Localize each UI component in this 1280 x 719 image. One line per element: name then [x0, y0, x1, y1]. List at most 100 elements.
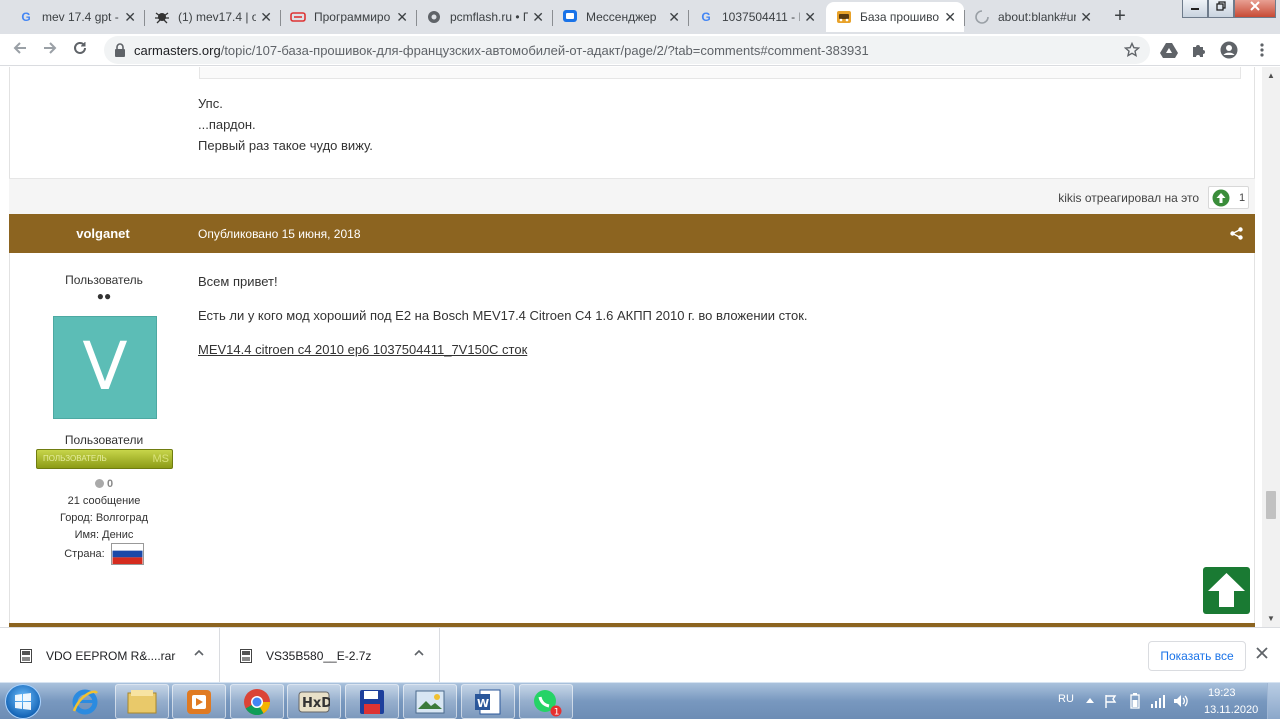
- tab-pcmflash[interactable]: pcmflash.ru • П ✕: [416, 2, 552, 32]
- forward-button[interactable]: [38, 38, 62, 62]
- post-count: 21 сообщение: [67, 495, 141, 507]
- menu-button[interactable]: [1252, 40, 1272, 60]
- extensions-button[interactable]: [1189, 40, 1209, 60]
- tab-title: mev 17.4 gpt -: [42, 10, 119, 24]
- floppy-disk-icon: [360, 689, 384, 714]
- russia-flag-icon: [110, 543, 144, 565]
- star-icon: [1124, 42, 1140, 57]
- attachment-link[interactable]: MEV14.4 citroen c4 2010 ep6 1037504411_7…: [198, 342, 527, 357]
- close-icon[interactable]: ✕: [668, 9, 680, 26]
- author-country: Страна:: [10, 543, 198, 565]
- tab-title: 1037504411 - I: [722, 10, 801, 24]
- close-icon[interactable]: ✕: [532, 9, 544, 26]
- tab-about-blank[interactable]: about:blank#ur ✕: [964, 2, 1100, 32]
- close-icon[interactable]: ✕: [1080, 9, 1092, 26]
- show-all-downloads-button[interactable]: Показать все: [1148, 641, 1246, 671]
- svg-text:HxD: HxD: [302, 696, 330, 711]
- post-text-line: Первый раз такое чудо вижу.: [198, 138, 373, 153]
- close-icon[interactable]: [1255, 646, 1269, 660]
- chevron-up-icon[interactable]: [413, 647, 425, 659]
- tab-mev-gpt[interactable]: G mev 17.4 gpt - ✕: [8, 2, 144, 32]
- taskbar-word[interactable]: W: [461, 684, 515, 719]
- tab-title: (1) mev17.4 | of: [178, 10, 257, 24]
- close-icon[interactable]: ✕: [396, 9, 408, 26]
- post-date[interactable]: Опубликовано 15 июня, 2018: [198, 227, 361, 241]
- previous-post: [9, 67, 1255, 178]
- tab-messenger[interactable]: Мессенджер ✕: [552, 2, 688, 32]
- scroll-down-arrow-icon[interactable]: ▼: [1267, 614, 1275, 623]
- taskbar-save-app[interactable]: [345, 684, 399, 719]
- chevron-up-icon[interactable]: [193, 647, 205, 659]
- reputation-dot-icon: [94, 479, 104, 488]
- scroll-to-top-button[interactable]: [1203, 567, 1250, 614]
- close-icon[interactable]: ✕: [124, 9, 136, 26]
- forward-arrow-icon: [44, 42, 57, 54]
- reload-icon: [74, 41, 86, 54]
- tab-mev-forum[interactable]: (1) mev17.4 | of ✕: [144, 2, 280, 32]
- tab-title: pcmflash.ru • П: [450, 10, 529, 24]
- post-text-line: Всем привет!: [198, 274, 278, 289]
- reaction-badge[interactable]: 1: [1208, 186, 1249, 209]
- author-name[interactable]: volganet: [9, 226, 197, 241]
- puzzle-icon: [1193, 45, 1205, 57]
- reaction-count: 1: [1239, 191, 1246, 204]
- share-icon[interactable]: [1230, 227, 1243, 240]
- tab-programmer[interactable]: Программиро ✕: [280, 2, 416, 32]
- taskbar-explorer[interactable]: [115, 684, 169, 719]
- tab-carmasters[interactable]: База прошиво ✕: [826, 2, 964, 32]
- download-filename: VS35B580__E-2.7z: [266, 648, 372, 663]
- new-tab-button[interactable]: +: [1108, 5, 1132, 29]
- back-arrow-icon: [13, 42, 26, 54]
- clock-date[interactable]: 13.11.2020: [1204, 704, 1258, 716]
- bookmark-star-button[interactable]: [1122, 40, 1142, 60]
- group-badge-label: ПОЛЬЗОВАТЕЛЬ: [43, 454, 107, 463]
- download-item[interactable]: VS35B580__E-2.7z: [220, 628, 440, 683]
- scroll-up-arrow-icon[interactable]: ▲: [1267, 71, 1275, 80]
- windows-logo-icon: [15, 693, 31, 710]
- tray-expand-icon[interactable]: [1086, 697, 1094, 703]
- battery-icon[interactable]: [1130, 693, 1140, 709]
- taskbar-hxd[interactable]: HxD: [287, 684, 341, 719]
- drive-extension-button[interactable]: [1159, 40, 1179, 60]
- close-icon[interactable]: ✕: [260, 9, 272, 26]
- taskbar-image-viewer[interactable]: [403, 684, 457, 719]
- taskbar-ie[interactable]: [58, 684, 112, 719]
- download-item[interactable]: VDO EEPROM R&....rar: [0, 628, 220, 683]
- profile-button[interactable]: [1219, 40, 1239, 60]
- download-bar: VDO EEPROM R&....rar VS35B580__E-2.7z По…: [0, 627, 1280, 683]
- start-button[interactable]: [5, 684, 41, 719]
- maximize-button[interactable]: [1208, 0, 1234, 18]
- clock-time[interactable]: 19:23: [1208, 687, 1236, 699]
- url-path: /topic/107-база-прошивок-для-французских…: [220, 42, 869, 58]
- action-center-flag-icon[interactable]: [1104, 694, 1118, 708]
- page-viewport: Упс. ...пардон. Первый раз такое чудо ви…: [0, 67, 1262, 627]
- show-desktop-button[interactable]: [1267, 683, 1280, 719]
- close-icon[interactable]: ✕: [944, 9, 956, 26]
- reload-button[interactable]: [68, 38, 92, 62]
- tab-google-search[interactable]: G 1037504411 - I ✕: [688, 2, 824, 32]
- post-text-line: Упс.: [198, 96, 223, 111]
- page-scrollbar[interactable]: ▲ ▼: [1262, 67, 1280, 627]
- author-name-field: Имя: Денис: [74, 529, 134, 541]
- tab-title: about:blank#ur: [998, 10, 1077, 24]
- arrow-up-icon: [1208, 573, 1245, 607]
- volume-icon[interactable]: [1173, 694, 1189, 708]
- close-window-button[interactable]: [1234, 0, 1276, 18]
- signal-icon[interactable]: [1150, 694, 1166, 708]
- close-icon[interactable]: ✕: [804, 9, 816, 26]
- taskbar-chrome[interactable]: [230, 684, 284, 719]
- group-badge-tag: MS: [152, 453, 170, 465]
- taskbar-whatsapp[interactable]: 1: [519, 684, 573, 719]
- reaction-summary[interactable]: kikis отреагировал на это: [1058, 191, 1199, 205]
- windows-taskbar: HxD W 1 RU 19:23 13.11.2020: [0, 682, 1280, 719]
- archive-file-icon: [240, 648, 252, 663]
- avatar[interactable]: V: [53, 316, 157, 419]
- close-window-icon: [1250, 1, 1260, 11]
- address-bar[interactable]: carmasters.org/topic/107-база-прошивок-д…: [104, 36, 1150, 64]
- taskbar-media-player[interactable]: [172, 684, 226, 719]
- archive-file-icon: [20, 648, 32, 663]
- back-button[interactable]: [8, 38, 32, 62]
- scrollbar-thumb[interactable]: [1266, 491, 1276, 519]
- minimize-button[interactable]: [1182, 0, 1208, 18]
- language-indicator[interactable]: RU: [1058, 693, 1074, 705]
